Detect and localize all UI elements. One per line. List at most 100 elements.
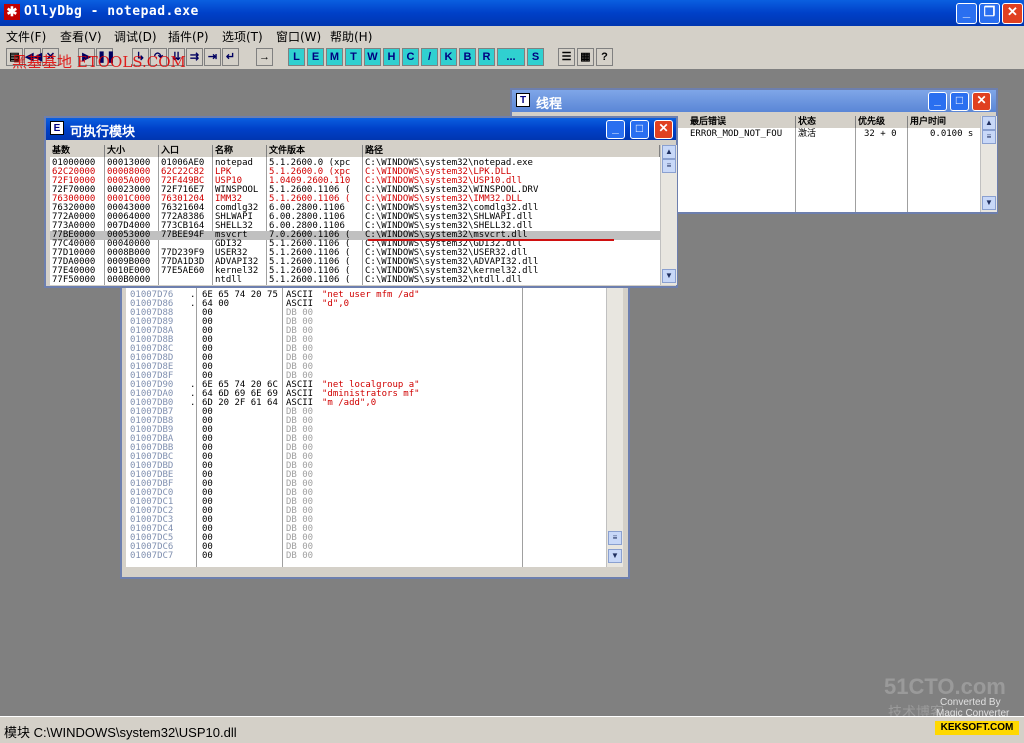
converted-by-text: Converted By: [940, 697, 1001, 708]
dump-row[interactable]: 01007D88 00 DB 00: [126, 309, 606, 318]
toolbar-S-button[interactable]: S: [527, 48, 544, 66]
col-user-time[interactable]: 用户时间: [908, 116, 986, 128]
annotation-underline: [368, 239, 614, 241]
menu-file[interactable]: 文件(F): [6, 28, 46, 45]
scroll-up-icon[interactable]: ▲: [982, 116, 996, 130]
keksoft-badge: KEKSOFT.COM: [935, 721, 1019, 735]
toolbar-H-button[interactable]: H: [383, 48, 400, 66]
dump-row[interactable]: 01007D86. 64 00 ASCII "d",0: [126, 300, 606, 309]
execute-till-return-icon[interactable]: ⇥: [204, 48, 221, 66]
menu-view[interactable]: 查看(V): [60, 28, 102, 45]
module-entry: 77BEE94F: [161, 230, 205, 240]
dump-row[interactable]: 01007DBD 00 DB 00: [126, 462, 606, 471]
list-icon[interactable]: ☰: [558, 48, 575, 66]
toolbar-C-button[interactable]: C: [402, 48, 419, 66]
dump-scrollbar[interactable]: ≡ ▼: [606, 287, 623, 567]
toolbar-R-button[interactable]: R: [478, 48, 495, 66]
module-base: 77F50000: [52, 275, 96, 285]
dump-row[interactable]: 01007DBC 00 DB 00: [126, 453, 606, 462]
dump-row[interactable]: 01007DC2 00 DB 00: [126, 507, 606, 516]
dump-row[interactable]: 01007DBE 00 DB 00: [126, 471, 606, 480]
col-file-version[interactable]: 文件版本: [267, 145, 363, 157]
module-row[interactable]: 77F50000 000B0000 ntdll 5.1.2600.1106 (C:\W…: [50, 276, 660, 285]
menu-window[interactable]: 窗口(W): [276, 28, 321, 45]
threads-title-bar: T 线程 _ □ ✕: [512, 90, 996, 112]
dump-row[interactable]: 01007DC5 00 DB 00: [126, 534, 606, 543]
go-to-address-icon[interactable]: →: [256, 48, 273, 66]
dump-row[interactable]: 01007DBF 00 DB 00: [126, 480, 606, 489]
toolbar-W-button[interactable]: W: [364, 48, 381, 66]
toolbar-ellipsis-button[interactable]: ...: [497, 48, 525, 66]
dump-row[interactable]: 01007DB8 00 DB 00: [126, 417, 606, 426]
modules-maximize-button[interactable]: □: [630, 120, 649, 139]
dump-row[interactable]: 01007D76. 6E 65 74 20 75 ASCII "net user mf…: [126, 291, 606, 300]
grid-icon[interactable]: ▦: [577, 48, 594, 66]
threads-scrollbar[interactable]: ▲ ≡ ▼: [980, 116, 997, 212]
app-title-bar: ✱ OllyDbg - notepad.exe _ ❐ ✕: [0, 0, 1024, 26]
scroll-down-icon[interactable]: ▼: [982, 196, 996, 210]
modules-close-button[interactable]: ✕: [654, 120, 673, 139]
restore-button[interactable]: ❐: [979, 3, 1000, 24]
toolbar-T-button[interactable]: T: [345, 48, 362, 66]
goto-icon[interactable]: ↵: [222, 48, 239, 66]
col-state[interactable]: 状态: [796, 116, 856, 128]
menu-debug[interactable]: 调试(D): [114, 28, 157, 45]
trace-over-icon[interactable]: ⇉: [186, 48, 203, 66]
status-bar: 模块 C:\WINDOWS\system32\USP10.dll: [0, 716, 1024, 743]
dump-row[interactable]: 01007DC3 00 DB 00: [126, 516, 606, 525]
threads-minimize-button[interactable]: _: [928, 92, 947, 111]
col-size[interactable]: 大小: [105, 145, 159, 157]
col-priority[interactable]: 优先级: [856, 116, 908, 128]
dump-row[interactable]: 01007DB9 00 DB 00: [126, 426, 606, 435]
dump-row[interactable]: 01007D8B 00 DB 00: [126, 336, 606, 345]
threads-close-button[interactable]: ✕: [972, 92, 991, 111]
dump-row[interactable]: 01007DB0. 6D 20 2F 61 64 ASCII "m /add",0: [126, 399, 606, 408]
dump-row[interactable]: 01007DC7 00 DB 00: [126, 552, 606, 561]
modules-pane: 基数 大小 入口 名称 文件版本 路径 01000000 00013000 0100…: [50, 145, 660, 285]
dump-row[interactable]: 01007DC6 00 DB 00: [126, 543, 606, 552]
dump-row[interactable]: 01007D89 00 DB 00: [126, 318, 606, 327]
dump-row[interactable]: 01007DC1 00 DB 00: [126, 498, 606, 507]
dump-arg: "m /add",0: [322, 398, 377, 408]
module-path: C:\WINDOWS\system32\ntdll.dll: [365, 275, 523, 285]
menu-options[interactable]: 选项(T): [222, 28, 263, 45]
toolbar-E-button[interactable]: E: [307, 48, 324, 66]
help-icon[interactable]: ?: [596, 48, 613, 66]
thread-row[interactable]: ERROR_MOD_NOT_FOU 激活 32 + 0 0.0100 s: [678, 130, 986, 139]
col-entry[interactable]: 入口: [159, 145, 213, 157]
col-last-error[interactable]: 最后错误: [688, 116, 796, 128]
dump-row[interactable]: 01007DB7 00 DB 00: [126, 408, 606, 417]
threads-maximize-button[interactable]: □: [950, 92, 969, 111]
col-path[interactable]: 路径: [363, 145, 660, 157]
col-base[interactable]: 基数: [50, 145, 105, 157]
toolbar-B-button[interactable]: B: [459, 48, 476, 66]
dump-row[interactable]: 01007DC0 00 DB 00: [126, 489, 606, 498]
toolbar-K-button[interactable]: K: [440, 48, 457, 66]
dump-row[interactable]: 01007DBB 00 DB 00: [126, 444, 606, 453]
module-name: ntdll: [215, 275, 243, 285]
scroll-thumb[interactable]: ≡: [608, 531, 622, 545]
scroll-down-icon[interactable]: ▼: [608, 549, 622, 563]
modules-scrollbar[interactable]: ▲ ≡ ▼: [660, 145, 677, 285]
threads-window-title: 线程: [536, 97, 563, 112]
minimize-button[interactable]: _: [956, 3, 977, 24]
scroll-thumb[interactable]: ≡: [662, 159, 676, 173]
toolbar-M-button[interactable]: M: [326, 48, 343, 66]
scroll-down-icon[interactable]: ▼: [662, 269, 676, 283]
scroll-up-icon[interactable]: ▲: [662, 145, 676, 159]
toolbar-slash-button[interactable]: /: [421, 48, 438, 66]
dump-row[interactable]: 01007D8D 00 DB 00: [126, 354, 606, 363]
dump-row[interactable]: 01007D8C 00 DB 00: [126, 345, 606, 354]
menu-help[interactable]: 帮助(H): [330, 28, 372, 45]
dump-row[interactable]: 01007D8E 00 DB 00: [126, 363, 606, 372]
toolbar-L-button[interactable]: L: [288, 48, 305, 66]
close-button[interactable]: ✕: [1002, 3, 1023, 24]
dump-row[interactable]: 01007D8A 00 DB 00: [126, 327, 606, 336]
menu-plugins[interactable]: 插件(P): [168, 28, 209, 45]
dump-row[interactable]: 01007DBA 00 DB 00: [126, 435, 606, 444]
scroll-thumb[interactable]: ≡: [982, 130, 996, 144]
col-name[interactable]: 名称: [213, 145, 267, 157]
modules-minimize-button[interactable]: _: [606, 120, 625, 139]
modules-window-title: 可执行模块: [70, 125, 136, 140]
dump-row[interactable]: 01007DC4 00 DB 00: [126, 525, 606, 534]
